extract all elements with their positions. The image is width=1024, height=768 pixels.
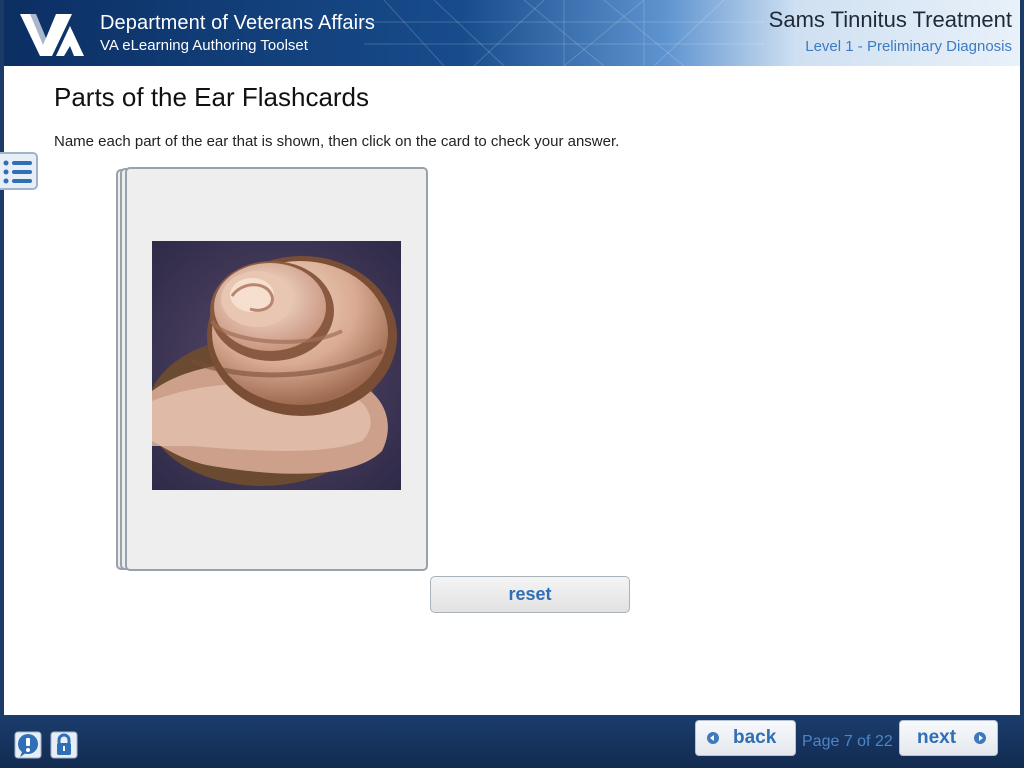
menu-button[interactable] <box>0 152 38 190</box>
org-title: Department of Veterans Affairs <box>100 12 376 34</box>
help-icon[interactable] <box>14 731 42 759</box>
cochlea-image <box>147 241 401 490</box>
lock-icon[interactable] <box>50 731 78 759</box>
page-indicator: Page 7 of 22 <box>802 733 893 750</box>
reset-button[interactable]: reset <box>430 576 630 613</box>
back-label: back <box>733 727 777 748</box>
page-title: Parts of the Ear Flashcards <box>54 82 370 112</box>
chevron-left-icon <box>707 732 719 744</box>
va-logo-icon <box>16 8 92 60</box>
flashcard[interactable] <box>125 167 428 571</box>
back-button[interactable]: back <box>695 720 796 756</box>
next-button[interactable]: next <box>899 720 998 756</box>
chevron-right-icon <box>974 732 986 744</box>
header-banner: Department of Veterans Affairs VA eLearn… <box>4 0 1020 66</box>
course-level: Level 1 - Preliminary Diagnosis <box>805 38 1012 55</box>
list-menu-icon <box>3 160 32 184</box>
org-subtitle: VA eLearning Authoring Toolset <box>100 37 308 54</box>
course-title: Sams Tinnitus Treatment <box>768 7 1012 32</box>
instructions-text: Name each part of the ear that is shown,… <box>54 133 620 150</box>
flashcard-stack <box>116 167 428 571</box>
footer-bar: back Page 7 of 22 next <box>0 715 1024 768</box>
next-label: next <box>917 727 957 748</box>
